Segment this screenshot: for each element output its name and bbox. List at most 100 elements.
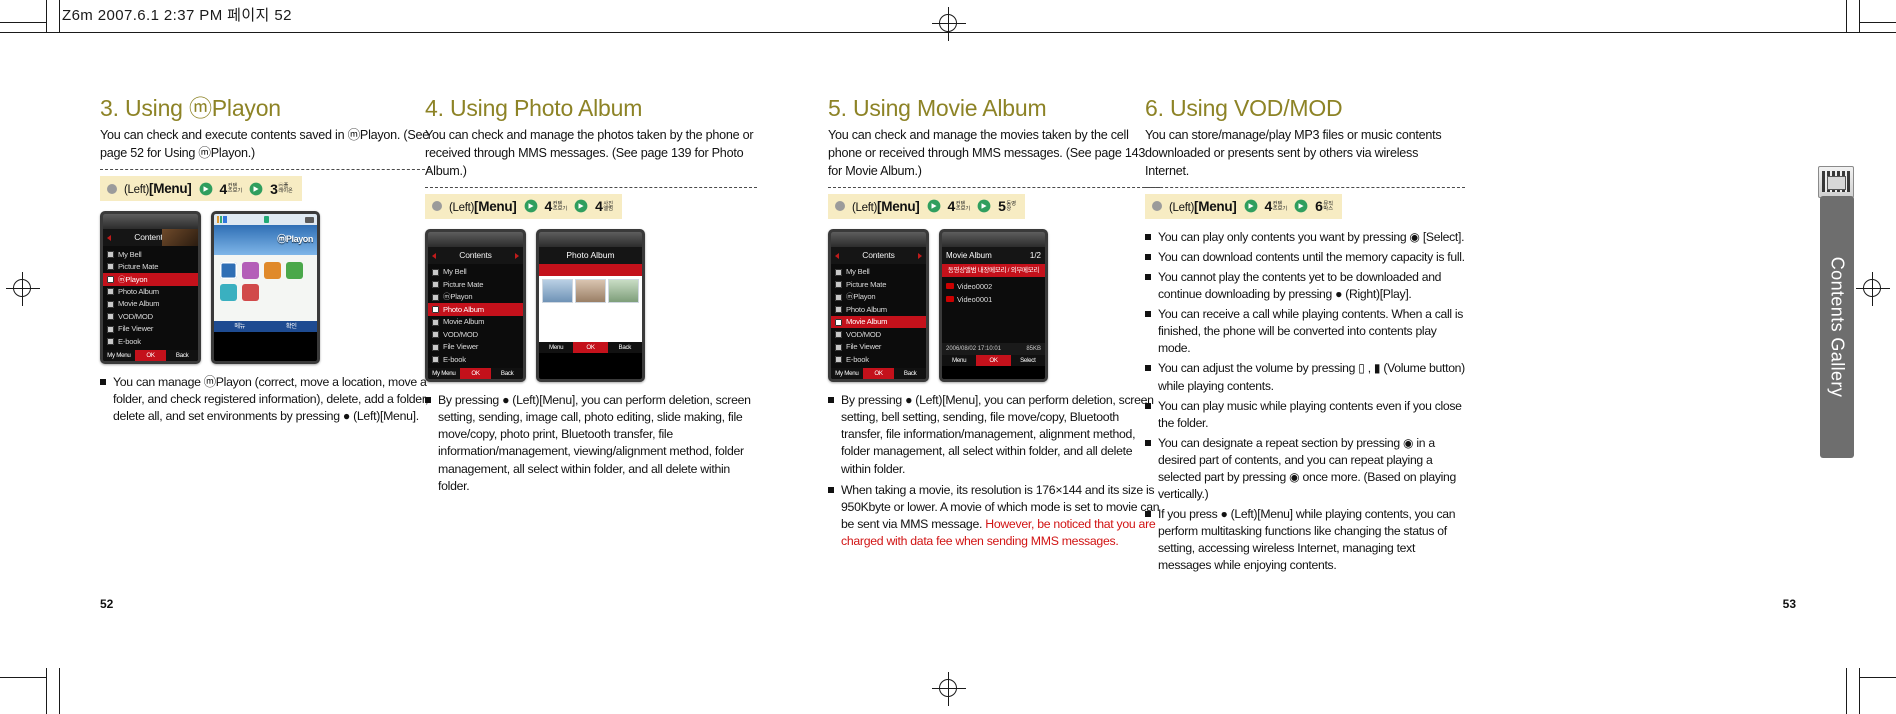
phone-softkey-bar: 메뉴 확인 (214, 321, 317, 333)
bell-icon (432, 268, 439, 276)
softkey-left: My Menu (432, 369, 456, 377)
next-arrow-icon (515, 252, 519, 259)
screenshot-group: Contents My Bell Picture Mate ⓜPlayon Ph… (100, 211, 430, 364)
crop-mark-bottom-right-outer (1846, 668, 1847, 714)
phone-bezel-top (103, 214, 198, 230)
phone-bezel-top (831, 231, 926, 247)
vod-icon (107, 313, 114, 321)
chevron-right-icon (1244, 199, 1258, 213)
softkey-left: 메뉴 (234, 323, 246, 331)
crop-mark-top-left-outer (46, 0, 47, 32)
chevron-right-icon (199, 182, 213, 196)
step-key-label: (Left)[Menu] (449, 198, 517, 214)
list-item: You can receive a call while playing con… (1145, 306, 1465, 357)
left-soft-key-icon (1152, 201, 1162, 212)
photo-icon (835, 306, 842, 314)
page-number-right: 53 (1782, 597, 1796, 611)
file-timestamp: 2006/08/02 17:10:01 (946, 345, 1002, 352)
registration-mark-right (1856, 272, 1890, 306)
list-item: By pressing ● (Left)[Menu], you can perf… (828, 392, 1160, 478)
chevron-right-icon (1294, 199, 1308, 213)
film-strip-icon (1818, 166, 1854, 198)
divider (828, 186, 1160, 188)
scan-header: Z6m 2007.6.1 2:37 PM 페이지 52 (62, 7, 292, 24)
list-item: Photo Album (831, 303, 926, 315)
left-soft-key-icon (432, 201, 442, 212)
phone-bezel-top (428, 231, 523, 247)
softkey-right: 확인 (285, 323, 297, 331)
file-icon (835, 343, 842, 351)
phone-softkey-bar: Menu OK Back (539, 341, 642, 353)
step-number-1: 4 컨텐 츠보기 (947, 198, 971, 215)
phone-screen-title: Contents (831, 246, 926, 264)
step-number-1: 4 컨텐 츠보기 (1264, 198, 1288, 215)
list-item: VOD/MOD (831, 328, 926, 340)
app-icon-red (242, 284, 259, 302)
app-icon-pink (242, 262, 259, 280)
crop-mark-bottom-right-inner (1859, 668, 1860, 714)
softkey-left: Menu (549, 343, 564, 351)
step-bar: (Left)[Menu] 4 컨텐 츠보기 4 사진 앨범 (425, 193, 622, 219)
ebook-icon (835, 356, 842, 364)
section-intro: You can store/manage/play MP3 files or m… (1145, 128, 1442, 179)
phone-screenshot-movie-album: Movie Album 1/2 동영상앨범 내장메모리 / 외부메모리 Vide… (939, 228, 1048, 382)
app-icon-n (220, 262, 237, 280)
phone-screen-title: Contents (103, 229, 198, 247)
photo-thumbnail (608, 278, 639, 303)
crop-mark-top-right-horizontal (1859, 22, 1896, 23)
phone-screen-title: Contents (428, 246, 523, 264)
phone-screen-title: Photo Album (539, 246, 642, 264)
list-item: VOD/MOD (103, 310, 198, 322)
bell-icon (107, 250, 114, 258)
chevron-right-icon (927, 199, 941, 213)
page-title: 4. Using Photo Album (425, 95, 643, 121)
list-item: File Viewer (831, 341, 926, 353)
section-intro: You can check and manage the movies take… (828, 128, 1146, 179)
list-item: File Viewer (103, 323, 198, 335)
softkey-left: My Menu (835, 369, 859, 377)
film-strip-frame (1827, 176, 1846, 190)
registration-mark-left (6, 272, 40, 306)
softkey-left: My Menu (107, 351, 131, 359)
list-item: Movie Album (103, 298, 198, 310)
step-bar: (Left)[Menu] 4 컨텐 츠보기 3 ⓜ플 레이온 (100, 176, 302, 202)
divider (100, 169, 430, 171)
chevron-right-icon (574, 199, 588, 213)
divider (1145, 186, 1465, 188)
crop-mark-bottom-right-horizontal (1859, 677, 1896, 678)
list-item: You can play music while playing content… (1145, 398, 1465, 432)
photo-thumbnail (575, 278, 606, 303)
prev-arrow-icon (107, 235, 111, 242)
left-soft-key-icon (835, 201, 845, 212)
step-number-1: 4 컨텐 츠보기 (544, 198, 568, 215)
movie-icon (432, 318, 439, 326)
list-item: ⓜPlayon (428, 291, 523, 303)
prev-arrow-icon (432, 252, 436, 259)
step-bar: (Left)[Menu] 4 컨텐 츠보기 6 뮤직 박스 (1145, 193, 1342, 219)
phone-bezel-top (942, 231, 1045, 247)
picture-icon (107, 263, 114, 271)
phone-status-bar (214, 214, 317, 226)
photo-album-empty-area (539, 305, 642, 342)
screenshot-group: Contents My Bell Picture Mate ⓜPlayon Ph… (828, 228, 1160, 382)
phone-screenshot-contents-menu: Contents My Bell Picture Mate ⓜPlayon Ph… (828, 228, 929, 382)
photo-thumbnail-grid (539, 275, 642, 306)
page-title: 3. Using ⓜPlayon (100, 95, 281, 121)
vod-icon (835, 331, 842, 339)
step-key-label: (Left)[Menu] (852, 198, 920, 214)
step-number-2: 3 ⓜ플 레이온 (270, 180, 293, 197)
vod-icon (432, 331, 439, 339)
list-item-selected: Photo Album (428, 303, 523, 316)
list-item: Picture Mate (428, 278, 523, 290)
list-item-selected: ⓜPlayon (103, 273, 198, 286)
bullet-list: By pressing ● (Left)[Menu], you can perf… (828, 392, 1160, 551)
app-icon-green (286, 262, 303, 280)
section-intro: You can check and manage the photos take… (425, 128, 754, 179)
video-icon (946, 296, 954, 303)
list-item: E-book (103, 335, 198, 347)
phone-menu-list: My Bell Picture Mate ⓜPlayon Photo Album… (428, 263, 523, 368)
crop-mark-bottom-left-outer (46, 668, 47, 714)
photo-thumbnail (542, 278, 573, 303)
list-item: Video0001 (942, 293, 1045, 306)
playon-icon (835, 293, 842, 301)
